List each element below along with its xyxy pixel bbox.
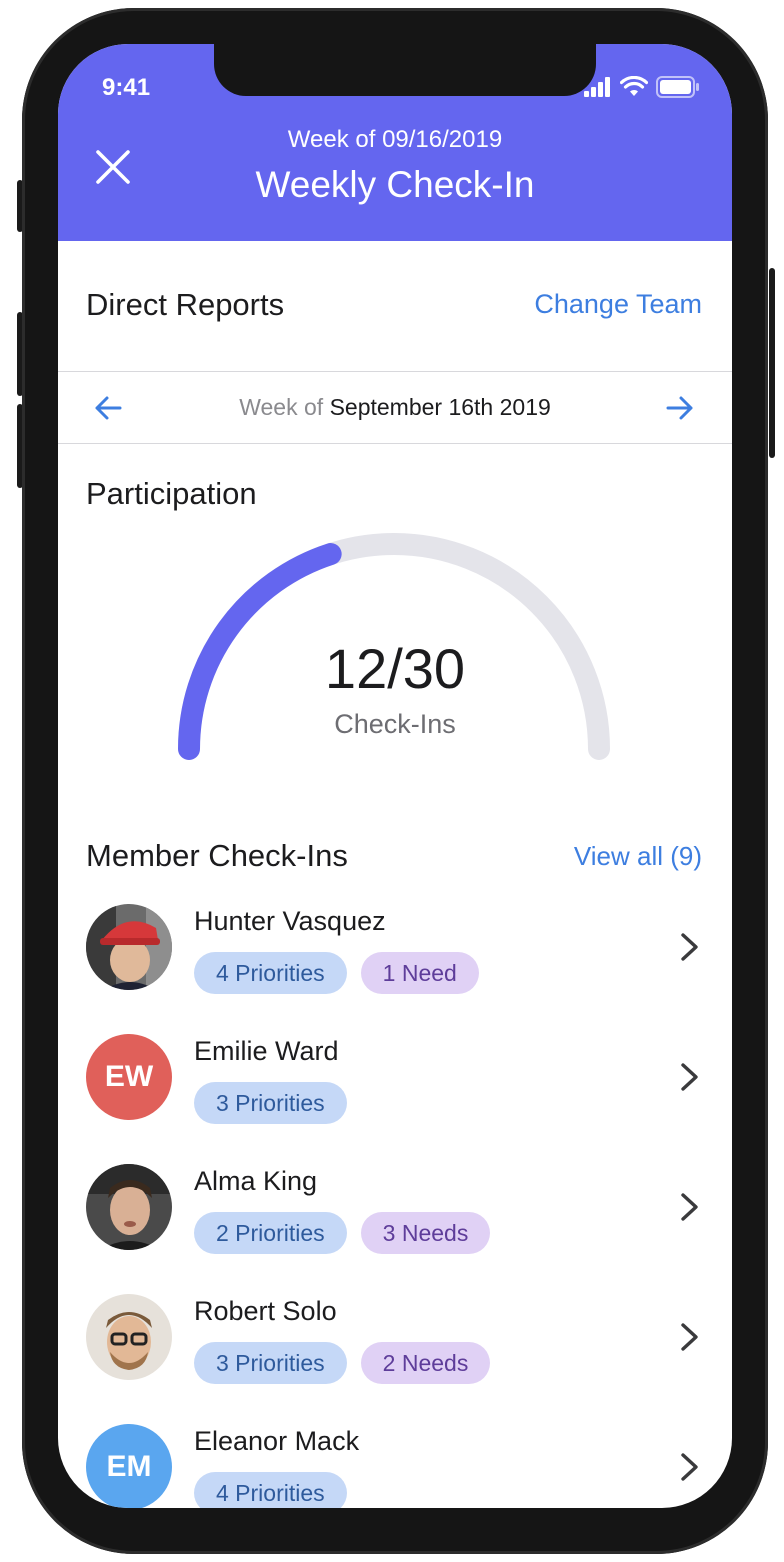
status-icons <box>584 76 700 98</box>
needs-badge: 3 Needs <box>360 1212 491 1254</box>
wifi-icon <box>620 76 648 96</box>
priorities-badge: 3 Priorities <box>194 1082 347 1124</box>
member-badges: 3 Priorities <box>194 1082 347 1124</box>
member-row-emilie-ward[interactable]: EW Emilie Ward 3 Priorities <box>58 1026 732 1156</box>
member-row-eleanor-mack[interactable]: EM Eleanor Mack 4 Priorities <box>58 1416 732 1508</box>
chevron-right-icon <box>681 1453 698 1481</box>
avatar <box>86 904 172 990</box>
member-row-alma-king[interactable]: Alma King 2 Priorities 3 Needs <box>58 1156 732 1286</box>
avatar-photo-icon <box>86 904 172 990</box>
power-button <box>769 268 775 458</box>
member-badges: 2 Priorities 3 Needs <box>194 1212 491 1254</box>
status-time: 9:41 <box>102 74 151 101</box>
view-all-link[interactable]: View all (9) <box>574 841 702 872</box>
week-date: September 16th 2019 <box>329 394 551 420</box>
chevron-right-icon <box>681 1063 698 1091</box>
avatar: EW <box>86 1034 172 1120</box>
notch <box>214 44 596 96</box>
priorities-badge: 4 Priorities <box>194 1472 347 1508</box>
week-label: Week of September 16th 2019 <box>58 394 732 421</box>
priorities-badge: 4 Priorities <box>194 952 347 994</box>
screen: 9:41 Week of 09/16/2019 Weekly Check-In … <box>58 44 732 1508</box>
priorities-badge: 2 Priorities <box>194 1212 347 1254</box>
header-title: Weekly Check-In <box>255 164 535 205</box>
battery-icon <box>656 76 699 98</box>
needs-badge: 1 Need <box>360 952 479 994</box>
member-name: Emilie Ward <box>194 1036 339 1066</box>
chevron-right-icon <box>681 1193 698 1221</box>
participation-title: Participation <box>86 476 257 511</box>
arrow-right-icon[interactable] <box>664 392 696 424</box>
week-prefix: Week of <box>239 394 324 420</box>
avatar: EM <box>86 1424 172 1508</box>
avatar-photo-icon <box>86 1164 172 1250</box>
checkin-count: 12/30 <box>324 637 466 700</box>
member-name: Alma King <box>194 1166 318 1196</box>
member-list: Hunter Vasquez 4 Priorities 1 Need EW Em… <box>58 896 732 1508</box>
header-subtitle: Week of 09/16/2019 <box>287 126 503 153</box>
member-badges: 3 Priorities 2 Needs <box>194 1342 491 1384</box>
needs-badge: 2 Needs <box>360 1342 491 1384</box>
member-row-hunter-vasquez[interactable]: Hunter Vasquez 4 Priorities 1 Need <box>58 896 732 1026</box>
change-team-link[interactable]: Change Team <box>534 289 702 320</box>
avatar <box>86 1294 172 1380</box>
member-name: Robert Solo <box>194 1296 337 1326</box>
member-row-robert-solo[interactable]: Robert Solo 3 Priorities 2 Needs <box>58 1286 732 1416</box>
member-name: Eleanor Mack <box>194 1426 360 1456</box>
priorities-badge: 3 Priorities <box>194 1342 347 1384</box>
checkin-label: Check-Ins <box>334 709 456 739</box>
direct-reports-title: Direct Reports <box>86 287 285 322</box>
avatar <box>86 1164 172 1250</box>
chevron-right-icon <box>681 1323 698 1351</box>
member-badges: 4 Priorities <box>194 1472 347 1508</box>
avatar-photo-icon <box>86 1294 172 1380</box>
member-checkins-title: Member Check-Ins <box>86 838 348 873</box>
direct-reports-row: Direct Reports Change Team <box>58 241 732 372</box>
member-name: Hunter Vasquez <box>194 906 386 936</box>
week-navigator: Week of September 16th 2019 <box>58 372 732 444</box>
chevron-right-icon <box>681 933 698 961</box>
member-badges: 4 Priorities 1 Need <box>194 952 479 994</box>
